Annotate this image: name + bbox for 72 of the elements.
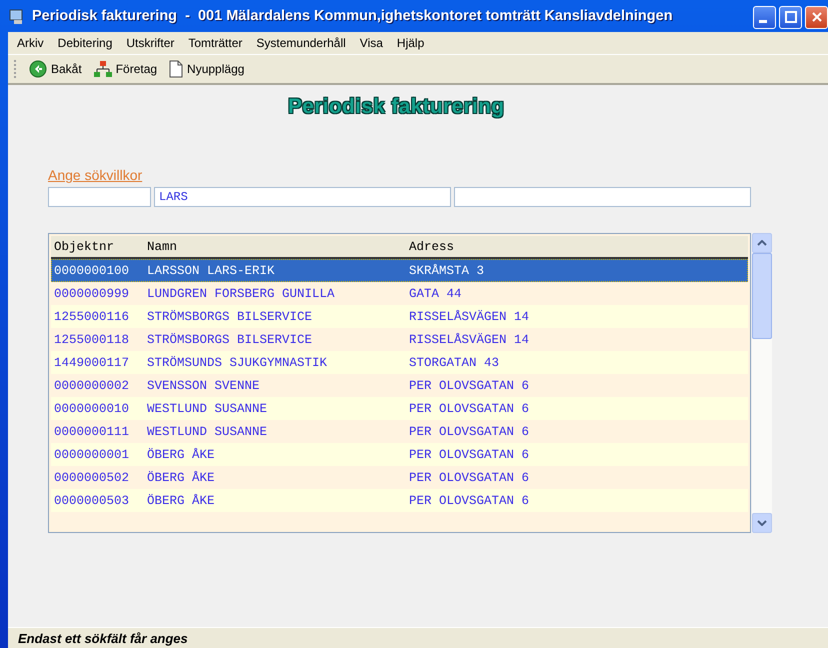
minimize-icon	[758, 20, 766, 22]
menu-item[interactable]: Arkiv	[10, 36, 51, 50]
chevron-up-icon	[757, 240, 767, 246]
table-cell-text: 1255000118	[53, 332, 130, 346]
minimize-button[interactable]	[753, 6, 776, 28]
document-icon	[169, 60, 184, 78]
close-button[interactable]	[805, 6, 828, 28]
table-cell-text: 0000000999	[53, 286, 130, 300]
table-cell-text: LARSSON LARS-ERIK	[146, 264, 276, 278]
scroll-up-button[interactable]	[752, 233, 772, 253]
toolbar-button[interactable]: Bakåt	[28, 58, 83, 80]
chevron-down-icon	[757, 520, 767, 526]
table-cell-text: 0000000503	[53, 494, 130, 508]
table-row[interactable]: 0000000010 WESTLUND SUSANNE PER OLOVSGATAN 6	[51, 397, 748, 420]
table-cell-text: STRÖMSUNDS SJUKGYMNASTIK	[146, 356, 328, 370]
column-header: Objektnr	[53, 240, 116, 254]
table-cell-text: WESTLUND SUSANNE	[146, 402, 268, 416]
table-cell-text: WESTLUND SUSANNE	[146, 424, 268, 438]
table-cell-text: 0000000111	[53, 424, 130, 438]
table-row[interactable]: 1255000116 STRÖMSBORGS BILSERVICE RISSELÅSVÄGEN 14	[51, 305, 748, 328]
menu-item[interactable]: Debitering	[50, 36, 120, 50]
table-cell-text: STORGATAN 43	[408, 356, 500, 370]
hierarchy-icon	[94, 60, 112, 78]
table-cell-text: 0000000502	[53, 470, 130, 484]
menu-item[interactable]: Visa	[352, 36, 390, 50]
table-cell-text: PER OLOVSGATAN 6	[408, 424, 530, 438]
table-cell-text: PER OLOVSGATAN 6	[408, 470, 530, 484]
menu-item[interactable]: Utskrifter	[119, 36, 182, 50]
maximize-button[interactable]	[779, 6, 802, 28]
table-cell-text: 0000000001	[53, 448, 130, 462]
table-cell-text: GATA 44	[408, 286, 463, 300]
scroll-down-button[interactable]	[752, 513, 772, 533]
page-heading: Periodisk fakturering	[288, 95, 504, 119]
menu-item[interactable]: Hjälp	[390, 36, 432, 50]
menu-item[interactable]: Tomträtter	[181, 36, 250, 50]
close-icon	[810, 11, 822, 23]
column-header: Namn	[146, 240, 178, 254]
menu-item[interactable]: Systemunderhåll	[249, 36, 353, 50]
table-cell-text: PER OLOVSGATAN 6	[408, 402, 530, 416]
table-cell-text: PER OLOVSGATAN 6	[408, 494, 530, 508]
table-cell-text: 1255000116	[53, 310, 130, 324]
status-message: Endast ett sökfält får anges	[18, 630, 188, 646]
search-field[interactable]	[48, 187, 151, 207]
table-cell-text: RISSELÅSVÄGEN 14	[408, 332, 530, 346]
table-cell-text: LUNDGREN FORSBERG GUNILLA	[146, 286, 336, 300]
table-cell-text: RISSELÅSVÄGEN 14	[408, 310, 530, 324]
table-cell-text: PER OLOVSGATAN 6	[408, 448, 530, 462]
window-title: Periodisk fakturering - 001 Mälardalens Kommun,ighetskontoret tomträtt Kansliavdelningen	[32, 8, 673, 24]
table-row[interactable]: 0000000100 LARSSON LARS-ERIK SKRÅMSTA 3	[51, 259, 748, 282]
table-cell-text: 1449000117	[53, 356, 130, 370]
table-cell-text: ÖBERG ÅKE	[146, 494, 216, 508]
table-cell-text: SKRÅMSTA 3	[408, 264, 486, 278]
table-cell-text: ÖBERG ÅKE	[146, 470, 216, 484]
toolbar-button[interactable]: Företag	[92, 58, 158, 80]
table-cell-text: ÖBERG ÅKE	[146, 448, 216, 462]
column-header: Adress	[408, 240, 456, 254]
table-cell-text: PER OLOVSGATAN 6	[408, 378, 530, 392]
scrollbar[interactable]	[752, 233, 772, 533]
table-cell-text: 0000000002	[53, 378, 130, 392]
table-cell-text: STRÖMSBORGS BILSERVICE	[146, 332, 314, 346]
toolbar-button[interactable]: Nyupplägg	[168, 58, 246, 80]
search-field[interactable]	[454, 187, 751, 207]
table-cell-text: 0000000010	[53, 402, 130, 416]
maximize-icon	[784, 11, 796, 23]
table-row[interactable]: 0000000001 ÖBERG ÅKE PER OLOVSGATAN 6	[51, 443, 748, 466]
table-row[interactable]: 1449000117 STRÖMSUNDS SJUKGYMNASTIK STORGATAN 43	[51, 351, 748, 374]
table-cell-text: SVENSSON SVENNE	[146, 378, 261, 392]
table-cell-text: 0000000100	[53, 264, 130, 278]
table-cell-text: STRÖMSBORGS BILSERVICE	[146, 310, 314, 324]
scroll-thumb[interactable]	[752, 253, 772, 339]
table-row[interactable]: 0000000503 ÖBERG ÅKE PER OLOVSGATAN 6	[51, 489, 748, 512]
search-field[interactable]: LARS	[154, 187, 451, 207]
